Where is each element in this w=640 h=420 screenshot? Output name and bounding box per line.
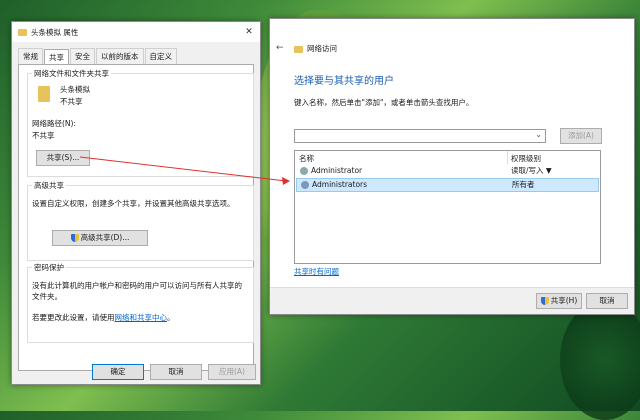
advanced-sharing-button[interactable]: 高级共享(D)... — [52, 230, 148, 246]
share-confirm-button[interactable]: 共享(H) — [536, 293, 582, 309]
user-list: 名称 权限级别 Administrator 读取/写入 ▼ Administra… — [294, 150, 601, 264]
instruction-text: 键入名称，然后单击"添加"，或者单击箭头查找用户。 — [294, 98, 474, 107]
uac-shield-icon — [540, 297, 549, 305]
back-arrow-icon[interactable]: ← — [276, 43, 284, 53]
tab-previous-versions[interactable]: 以前的版本 — [96, 48, 144, 64]
permission-dropdown[interactable]: 读取/写入 ▼ — [511, 165, 552, 177]
folder-icon — [18, 28, 27, 36]
properties-titlebar: 头条模拟 属性 ✕ — [12, 22, 260, 42]
share-cancel-button[interactable]: 取消 — [586, 293, 628, 309]
network-access-title: 网络访问 — [307, 44, 337, 53]
advanced-description: 设置自定义权限，创建多个共享，并设置其他高级共享选项。 — [32, 199, 235, 208]
tab-customize[interactable]: 自定义 — [144, 48, 177, 64]
ok-button[interactable]: 确定 — [92, 364, 144, 380]
uac-shield-icon — [70, 234, 79, 242]
column-header-name: 名称 — [299, 154, 314, 163]
folder-name: 头条模拟 — [60, 85, 90, 94]
tab-sharing[interactable]: 共享 — [44, 49, 69, 65]
network-path-value: 不共享 — [32, 131, 55, 140]
share-state: 不共享 — [60, 97, 83, 106]
close-icon[interactable]: ✕ — [238, 27, 260, 37]
properties-title: 头条模拟 属性 — [31, 27, 79, 37]
password-description: 没有此计算机的用户帐户和密码的用户可以访问与所有人共享的文件夹。 — [32, 281, 242, 301]
change-prefix: 若要更改此设置，请使用 — [32, 313, 115, 322]
cancel-button[interactable]: 取消 — [150, 364, 202, 380]
add-button[interactable]: 添加(A) — [560, 128, 602, 144]
change-suffix: 。 — [167, 313, 175, 322]
tab-general[interactable]: 常规 — [18, 48, 43, 64]
group-icon — [301, 181, 309, 189]
advanced-sharing-group: 高级共享 设置自定义权限，创建多个共享，并设置其他高级共享选项。 高级共享(D)… — [27, 180, 254, 261]
sharing-panel: 网络文件和文件夹共享 头条模拟 不共享 网络路径(N): 不共享 共享(S)..… — [18, 64, 254, 371]
network-access-dialog: ← 网络访问 选择要与其共享的用户 键入名称，然后单击"添加"，或者单击箭头查找… — [269, 18, 635, 315]
group-title: 密码保护 — [32, 262, 66, 273]
group-title: 高级共享 — [32, 180, 66, 191]
dropdown-arrow-icon[interactable]: ⌄ — [535, 130, 542, 139]
share-folder-icon — [294, 46, 303, 53]
apply-button[interactable]: 应用(A) — [208, 364, 256, 380]
password-change-text: 若要更改此设置，请使用网络和共享中心。 — [32, 312, 175, 323]
network-sharing-group: 网络文件和文件夹共享 头条模拟 不共享 网络路径(N): 不共享 共享(S)..… — [27, 68, 254, 177]
advanced-sharing-label: 高级共享(D)... — [80, 233, 130, 242]
user-name-combobox[interactable]: ⌄ — [294, 129, 546, 143]
column-divider — [507, 151, 508, 164]
group-title: 网络文件和文件夹共享 — [32, 68, 111, 79]
share-button[interactable]: 共享(S)... — [36, 150, 90, 166]
column-header-permission: 权限级别 — [511, 154, 541, 163]
share-confirm-label: 共享(H) — [550, 296, 578, 305]
permission-level: 所有者 — [512, 180, 535, 189]
user-icon — [300, 167, 308, 175]
sharing-trouble-link[interactable]: 共享时有问题 — [294, 266, 339, 277]
network-sharing-center-link[interactable]: 网络和共享中心 — [115, 313, 168, 322]
user-name: Administrator — [311, 166, 363, 175]
background-leaf-dark — [560, 300, 640, 420]
tab-security[interactable]: 安全 — [70, 48, 95, 64]
user-row[interactable]: Administrator 读取/写入 ▼ — [296, 165, 599, 177]
choose-users-heading: 选择要与其共享的用户 — [294, 76, 394, 87]
large-folder-icon — [38, 86, 50, 102]
user-name: Administrators — [312, 180, 368, 189]
properties-dialog: 头条模拟 属性 ✕ 常规 共享 安全 以前的版本 自定义 网络文件和文件夹共享 … — [11, 21, 261, 385]
user-row-selected[interactable]: Administrators 所有者 — [296, 178, 599, 192]
tab-bar: 常规 共享 安全 以前的版本 自定义 — [12, 42, 260, 65]
network-path-label: 网络路径(N): — [32, 119, 76, 128]
password-protection-group: 密码保护 没有此计算机的用户帐户和密码的用户可以访问与所有人共享的文件夹。 若要… — [27, 262, 254, 343]
